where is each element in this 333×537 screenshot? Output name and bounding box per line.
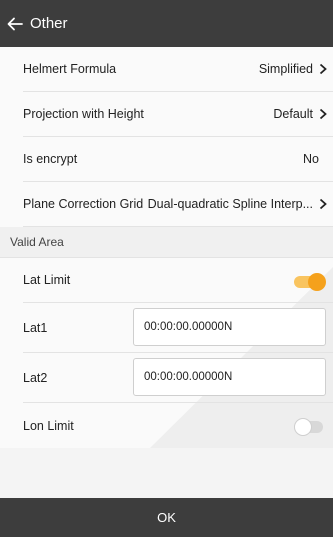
back-arrow-icon[interactable] bbox=[4, 13, 26, 35]
app-bar: Other bbox=[0, 0, 333, 47]
ok-button[interactable]: OK bbox=[0, 498, 333, 537]
lat-limit-label: Lat Limit bbox=[23, 273, 71, 287]
lat1-row: Lat1 00:00:00.00000N bbox=[23, 303, 333, 353]
spacer bbox=[0, 448, 333, 498]
chevron-right-icon bbox=[319, 63, 327, 75]
setting-value: Simplified bbox=[258, 62, 313, 76]
page-title: Other bbox=[30, 15, 68, 32]
helmert-formula-row[interactable]: Helmert Formula Simplified bbox=[23, 47, 333, 92]
setting-value: Dual-quadratic Spline Interp... bbox=[147, 197, 313, 211]
setting-label: Helmert Formula bbox=[23, 62, 117, 76]
lat1-input[interactable]: 00:00:00.00000N bbox=[133, 308, 326, 346]
chevron-right-icon bbox=[319, 108, 327, 120]
lon-limit-toggle[interactable] bbox=[294, 418, 325, 436]
setting-value: Default bbox=[273, 107, 313, 121]
lat2-row: Lat2 00:00:00.00000N bbox=[23, 353, 333, 403]
setting-label: Plane Correction Grid bbox=[23, 197, 144, 211]
chevron-right-icon bbox=[319, 198, 327, 210]
setting-label: Is encrypt bbox=[23, 152, 78, 166]
lat2-label: Lat2 bbox=[23, 370, 48, 385]
lon-limit-label: Lon Limit bbox=[23, 418, 74, 433]
lat-limit-toggle[interactable] bbox=[294, 273, 326, 291]
lat-limit-row: Lat Limit bbox=[23, 258, 333, 303]
lon-limit-row: Lon Limit bbox=[23, 403, 333, 448]
lat2-input[interactable]: 00:00:00.00000N bbox=[133, 358, 326, 396]
setting-label: Projection with Height bbox=[23, 107, 144, 121]
valid-area-section-header: Valid Area bbox=[0, 227, 333, 258]
plane-correction-grid-row[interactable]: Plane Correction Grid Dual-quadratic Spl… bbox=[23, 182, 333, 227]
is-encrypt-row[interactable]: Is encrypt No bbox=[23, 137, 333, 182]
setting-value: No bbox=[303, 152, 319, 166]
settings-list: Helmert Formula Simplified Projection wi… bbox=[0, 47, 333, 448]
projection-height-row[interactable]: Projection with Height Default bbox=[23, 92, 333, 137]
lat1-label: Lat1 bbox=[23, 320, 48, 335]
